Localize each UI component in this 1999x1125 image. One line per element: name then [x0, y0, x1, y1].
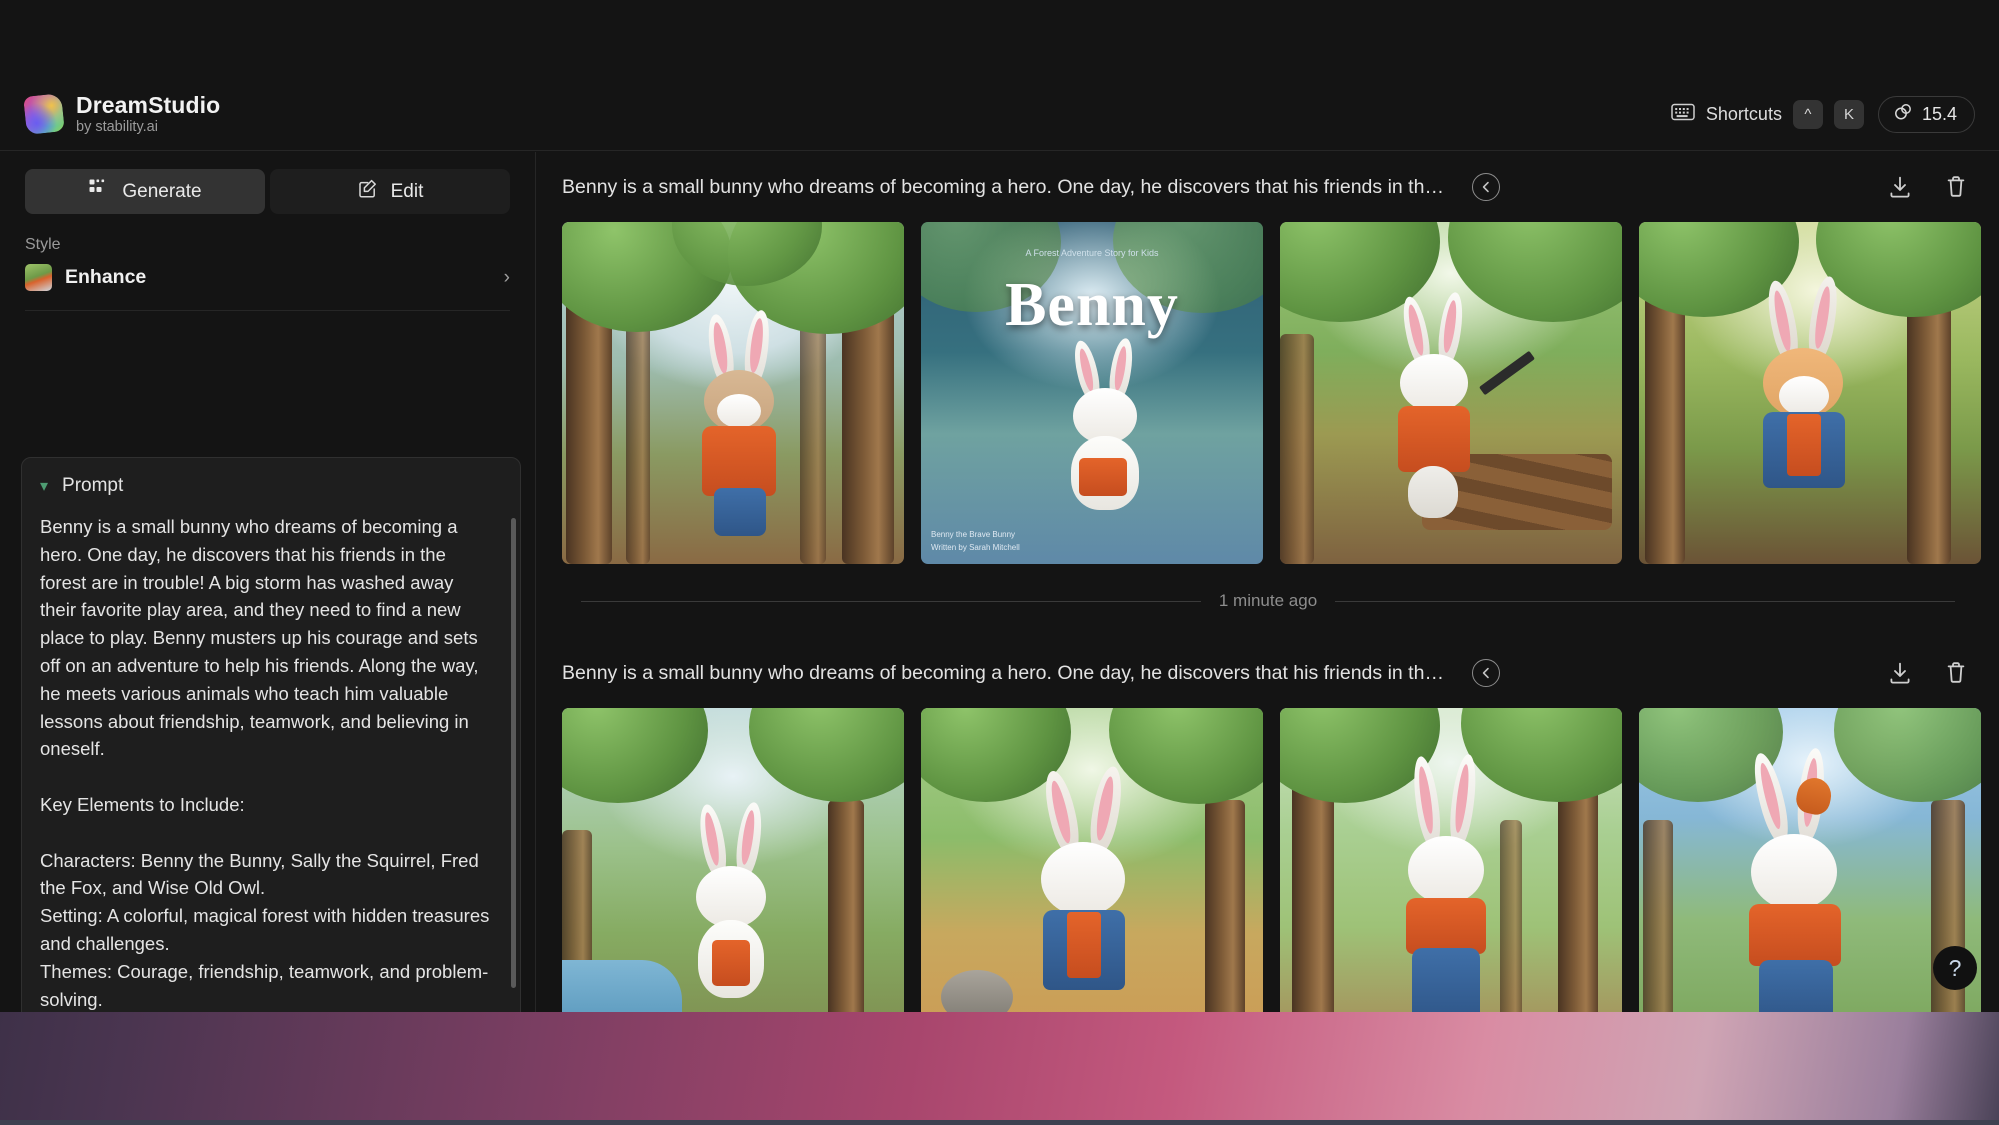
generated-image[interactable]: [1280, 222, 1622, 564]
coins-icon: [1893, 102, 1913, 127]
generated-image[interactable]: [1639, 222, 1981, 564]
grid-icon: [88, 178, 109, 205]
result-image-row: [537, 708, 1999, 1012]
shortcuts-button[interactable]: Shortcuts ^ K: [1671, 99, 1864, 129]
key-modifier[interactable]: ^: [1792, 99, 1823, 129]
brand-logo-group: DreamStudio by stability.ai: [23, 91, 221, 136]
credits-balance[interactable]: 15.4: [1877, 95, 1975, 133]
app-subtitle: by stability.ai: [76, 119, 158, 135]
result-image-row: Benny A Forest Adventure Story for Kids …: [537, 222, 1999, 564]
tab-edit[interactable]: Edit: [270, 169, 510, 214]
prompt-panel: ▾ Prompt Benny is a small bunny who drea…: [21, 457, 521, 1012]
generated-image[interactable]: [921, 708, 1263, 1012]
image-overlay-credit-1: Benny the Brave Bunny: [931, 530, 1016, 539]
mode-tabs: Generate Edit: [0, 152, 535, 214]
download-icon[interactable]: [1887, 174, 1913, 200]
prompt-header[interactable]: ▾ Prompt: [22, 458, 520, 507]
chevron-down-icon[interactable]: ▾: [40, 476, 48, 496]
style-thumbnail-icon: [25, 264, 52, 291]
help-button[interactable]: ?: [1933, 946, 1977, 990]
generated-image[interactable]: [1639, 708, 1981, 1012]
style-section: Style Enhance ›: [25, 236, 510, 311]
tab-edit-label: Edit: [390, 180, 424, 202]
pencil-square-icon: [357, 178, 378, 205]
result-group: Benny is a small bunny who dreams of bec…: [537, 638, 1999, 1012]
keyboard-icon: [1671, 103, 1695, 126]
generated-image[interactable]: [562, 708, 904, 1012]
dreamstudio-window: DreamStudio by stability.ai Shortcuts ^ …: [0, 0, 1999, 1012]
shortcuts-label: Shortcuts: [1705, 103, 1782, 124]
style-selector[interactable]: Enhance ›: [25, 264, 510, 291]
app-header: DreamStudio by stability.ai Shortcuts ^ …: [0, 78, 1999, 151]
app-title: DreamStudio: [76, 91, 221, 118]
image-overlay-subtitle: A Forest Adventure Story for Kids: [1025, 248, 1159, 258]
image-overlay-credit-2: Written by Sarah Mitchell: [931, 543, 1020, 552]
prompt-scrollbar[interactable]: [511, 518, 516, 988]
desktop-taskbar-edge: [0, 1120, 1999, 1125]
result-prompt-preview: Benny is a small bunny who dreams of bec…: [562, 175, 1452, 198]
result-prompt-preview: Benny is a small bunny who dreams of bec…: [562, 661, 1452, 684]
tab-generate-label: Generate: [122, 180, 202, 202]
stability-logo-icon: [23, 93, 65, 135]
result-actions: [1887, 660, 1979, 686]
credits-value: 15.4: [1921, 103, 1957, 124]
result-actions: [1887, 174, 1979, 200]
header-right-group: Shortcuts ^ K 15.4: [1671, 95, 1975, 133]
trash-icon[interactable]: [1943, 174, 1969, 200]
download-icon[interactable]: [1887, 660, 1913, 686]
timestamp-separator: 1 minute ago: [537, 564, 1999, 638]
style-section-label: Style: [25, 236, 61, 253]
result-header: Benny is a small bunny who dreams of bec…: [537, 152, 1999, 222]
result-group: Benny is a small bunny who dreams of bec…: [537, 152, 1999, 564]
left-sidebar: Generate Edit Style Enhance › ▾ Prompt B…: [0, 152, 536, 1012]
key-letter[interactable]: K: [1833, 99, 1864, 129]
prompt-section-label: Prompt: [62, 475, 124, 496]
generated-image[interactable]: [562, 222, 904, 564]
generated-image[interactable]: Benny A Forest Adventure Story for Kids …: [921, 222, 1263, 564]
chevron-right-icon: ›: [503, 266, 510, 288]
tab-generate[interactable]: Generate: [25, 169, 265, 214]
arrow-left-circle-icon[interactable]: [1472, 173, 1500, 201]
results-gallery: Benny is a small bunny who dreams of bec…: [537, 152, 1999, 1012]
trash-icon[interactable]: [1943, 660, 1969, 686]
prompt-input[interactable]: Benny is a small bunny who dreams of bec…: [22, 507, 520, 1012]
result-header: Benny is a small bunny who dreams of bec…: [537, 638, 1999, 708]
style-selected-value: Enhance: [65, 266, 147, 288]
generated-image[interactable]: [1280, 708, 1622, 1012]
image-overlay-title: Benny: [1005, 271, 1179, 339]
timestamp-label: 1 minute ago: [1218, 591, 1318, 610]
arrow-left-circle-icon[interactable]: [1472, 659, 1500, 687]
